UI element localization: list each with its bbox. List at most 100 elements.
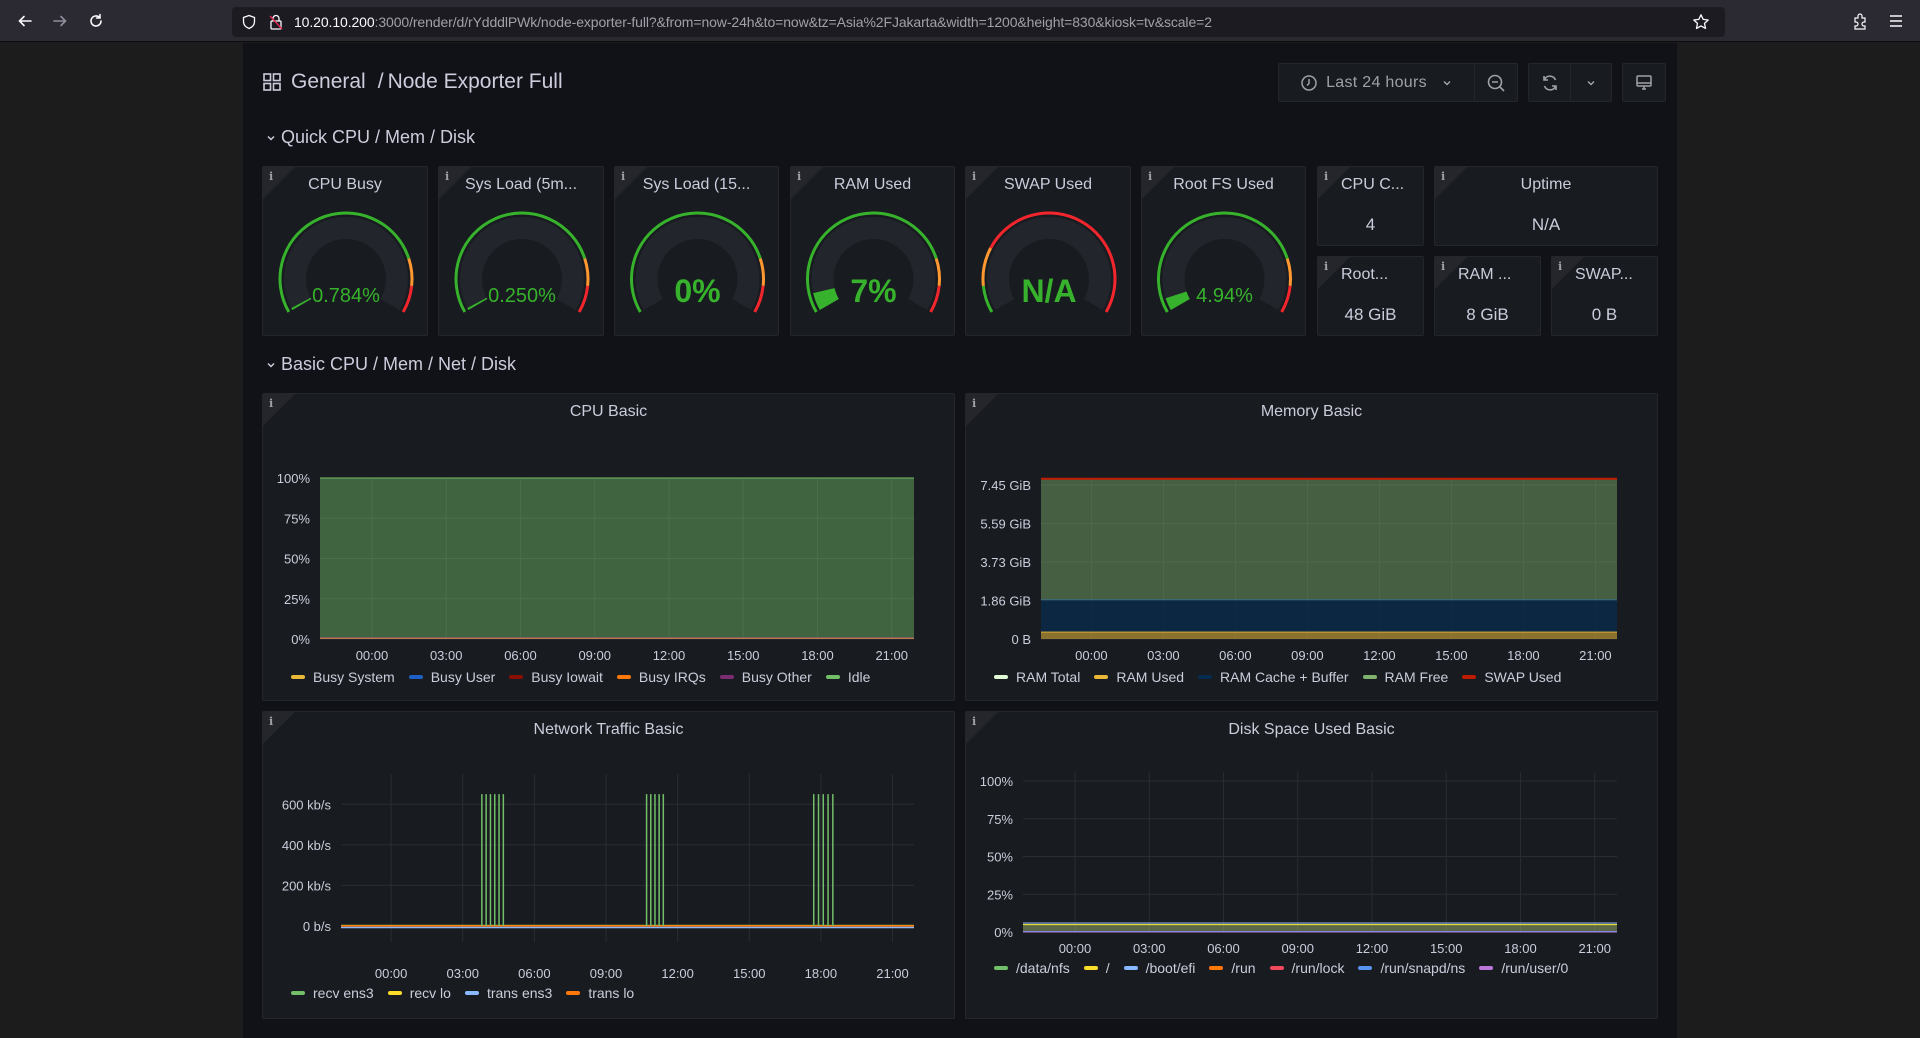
legend-item[interactable]: RAM Free (1362, 669, 1448, 685)
row-quick-cpu-mem-disk[interactable]: Quick CPU / Mem / Disk (265, 127, 475, 148)
x-tick-label: 06:00 (1207, 941, 1240, 956)
stat-panel-uptime[interactable]: i Uptime N/A (1434, 166, 1658, 246)
legend-label: /data/nfs (1016, 960, 1070, 976)
x-tick-label: 09:00 (1281, 941, 1314, 956)
stat-panel-root-fs-total[interactable]: i Root... 48 GiB (1317, 256, 1424, 336)
legend-label: / (1105, 960, 1110, 976)
info-icon[interactable]: i (1558, 260, 1562, 273)
gauge-threshold-arc (758, 258, 765, 287)
area-ram-free (1041, 478, 1617, 600)
legend-swatch (408, 675, 423, 679)
legend-item[interactable]: /run/lock (1269, 960, 1344, 976)
menu-icon (1890, 15, 1902, 27)
legend-item[interactable]: SWAP Used (1462, 669, 1561, 685)
panel-network-traffic-basic[interactable]: i Network Traffic Basic 0 b/s 200 kb/s 400… (262, 711, 955, 1019)
legend-item[interactable]: RAM Cache + Buffer (1198, 669, 1349, 685)
chevron-down-icon (267, 135, 275, 141)
refresh-button[interactable] (1529, 64, 1571, 101)
legend-item[interactable]: Idle (825, 669, 870, 685)
gauge-panel[interactable]: i Root FS Used 4.94% (1141, 166, 1306, 336)
zoom-out-button[interactable] (1475, 64, 1517, 101)
breadcrumb-dashboard[interactable]: Node Exporter Full (388, 70, 563, 94)
x-tick-label: 12:00 (1363, 648, 1396, 663)
time-range-picker[interactable]: Last 24 hours (1279, 64, 1475, 101)
panel-disk-space-used-basic[interactable]: i Disk Space Used Basic 0% 25% 50% 75% 100% 0… (965, 711, 1658, 1019)
legend-swatch (1198, 675, 1213, 679)
url-path: :3000/render/d/rYdddlPWk/node-exporter-f… (374, 14, 1212, 30)
legend-swatch (464, 991, 479, 995)
legend-item[interactable]: /run/user/0 (1479, 960, 1568, 976)
legend-item[interactable]: Busy User (408, 669, 495, 685)
legend-item[interactable]: Busy System (291, 669, 395, 685)
panel-title: SWAP... (1575, 266, 1633, 283)
area-series (320, 478, 914, 638)
x-tick-label: 03:00 (446, 966, 479, 981)
info-icon[interactable]: i (1324, 170, 1328, 183)
legend-item[interactable]: Busy Iowait (509, 669, 603, 685)
row-title: Basic CPU / Mem / Net / Disk (281, 354, 517, 374)
legend-item[interactable]: /run (1209, 960, 1256, 976)
refresh-interval-dropdown[interactable] (1571, 64, 1611, 101)
legend-item[interactable]: recv lo (387, 985, 451, 1001)
legend-item[interactable]: trans lo (566, 985, 634, 1001)
gauge-threshold-arc (407, 258, 414, 287)
legend-label: recv ens3 (313, 985, 374, 1001)
legend-label: trans lo (588, 985, 635, 1001)
gauge-panel[interactable]: i CPU Busy 0.784% (262, 166, 428, 336)
x-tick-label: 15:00 (1430, 941, 1463, 956)
chart-legend: RAM Total RAM Used RAM Cache + Buffer RAM F… (994, 669, 1561, 685)
stat-panel-swap-total[interactable]: i SWAP... 0 B (1551, 256, 1658, 336)
legend-label: /run (1231, 960, 1256, 976)
legend-item[interactable]: /boot/efi (1123, 960, 1195, 976)
forward-button[interactable] (49, 10, 71, 32)
reload-icon (90, 13, 102, 27)
x-tick-label: 21:00 (876, 966, 909, 981)
info-icon[interactable]: i (1324, 260, 1328, 273)
legend-swatch (387, 991, 402, 995)
gauge-panel[interactable]: i Sys Load (5m... 0.250% (438, 166, 604, 336)
breadcrumb-folder[interactable]: General (291, 70, 366, 94)
back-button[interactable] (14, 10, 36, 32)
x-tick-label: 18:00 (801, 648, 834, 663)
x-tick-label: 15:00 (733, 966, 766, 981)
legend-item[interactable]: /run/snapd/ns (1358, 960, 1465, 976)
legend-item[interactable]: Busy Other (719, 669, 812, 685)
tv-mode-button[interactable] (1623, 64, 1665, 101)
stat-panel-cpu-cores[interactable]: i CPU C... 4 (1317, 166, 1424, 246)
legend-label: recv lo (409, 985, 451, 1001)
panel-cpu-basic[interactable]: i CPU Basic 0% 25% 50% 75% 100% 00:00 03:00 06:… (262, 393, 955, 701)
network-traffic-chart: 0 b/s 200 kb/s 400 kb/s 600 kb/s 00:00 03:00 0… (282, 774, 914, 981)
legend-item[interactable]: / (1083, 960, 1110, 976)
gauge-panel[interactable]: i RAM Used 7% (790, 166, 955, 336)
legend-item[interactable]: /data/nfs (994, 960, 1070, 976)
row-basic-cpu-mem-net-disk[interactable]: Basic CPU / Mem / Net / Disk (265, 354, 516, 375)
area-ram-used (1041, 631, 1617, 639)
legend-swatch (1083, 966, 1098, 970)
url-bar[interactable]: 10.20.10.200:3000/render/d/rYdddlPWk/nod… (232, 7, 1725, 37)
legend-item[interactable]: RAM Total (994, 669, 1080, 685)
refresh-icon (1542, 74, 1557, 91)
app-menu-button[interactable] (1885, 10, 1907, 32)
bookmark-star-icon[interactable] (1692, 13, 1710, 31)
panel-title: RAM ... (1458, 266, 1512, 283)
legend-item[interactable]: trans ens3 (464, 985, 552, 1001)
legend-item[interactable]: Busy IRQs (616, 669, 706, 685)
gauge-panel[interactable]: i Sys Load (15... 0% (614, 166, 779, 336)
legend-swatch (291, 991, 305, 995)
legend-swatch (1362, 675, 1377, 679)
x-tick-label: 21:00 (875, 648, 908, 663)
extensions-button[interactable] (1849, 10, 1871, 32)
legend-item[interactable]: recv ens3 (291, 985, 374, 1001)
reload-button[interactable] (85, 10, 107, 32)
legend-item[interactable]: RAM Used (1094, 669, 1184, 685)
panel-memory-basic[interactable]: i Memory Basic 0 B 1.86 GiB 3.73 GiB 5.59 G… (965, 393, 1658, 701)
chevron-down-icon (267, 362, 275, 368)
legend-swatch (719, 675, 734, 679)
legend-swatch (1094, 675, 1109, 679)
url-text[interactable]: 10.20.10.200:3000/render/d/rYdddlPWk/nod… (294, 14, 1212, 30)
legend-swatch (1462, 675, 1477, 679)
y-tick-label: 600 kb/s (282, 797, 332, 812)
stat-panel-ram-total[interactable]: i RAM ... 8 GiB (1434, 256, 1541, 336)
info-icon[interactable]: i (1441, 260, 1445, 273)
gauge-panel[interactable]: i SWAP Used N/A (965, 166, 1131, 336)
